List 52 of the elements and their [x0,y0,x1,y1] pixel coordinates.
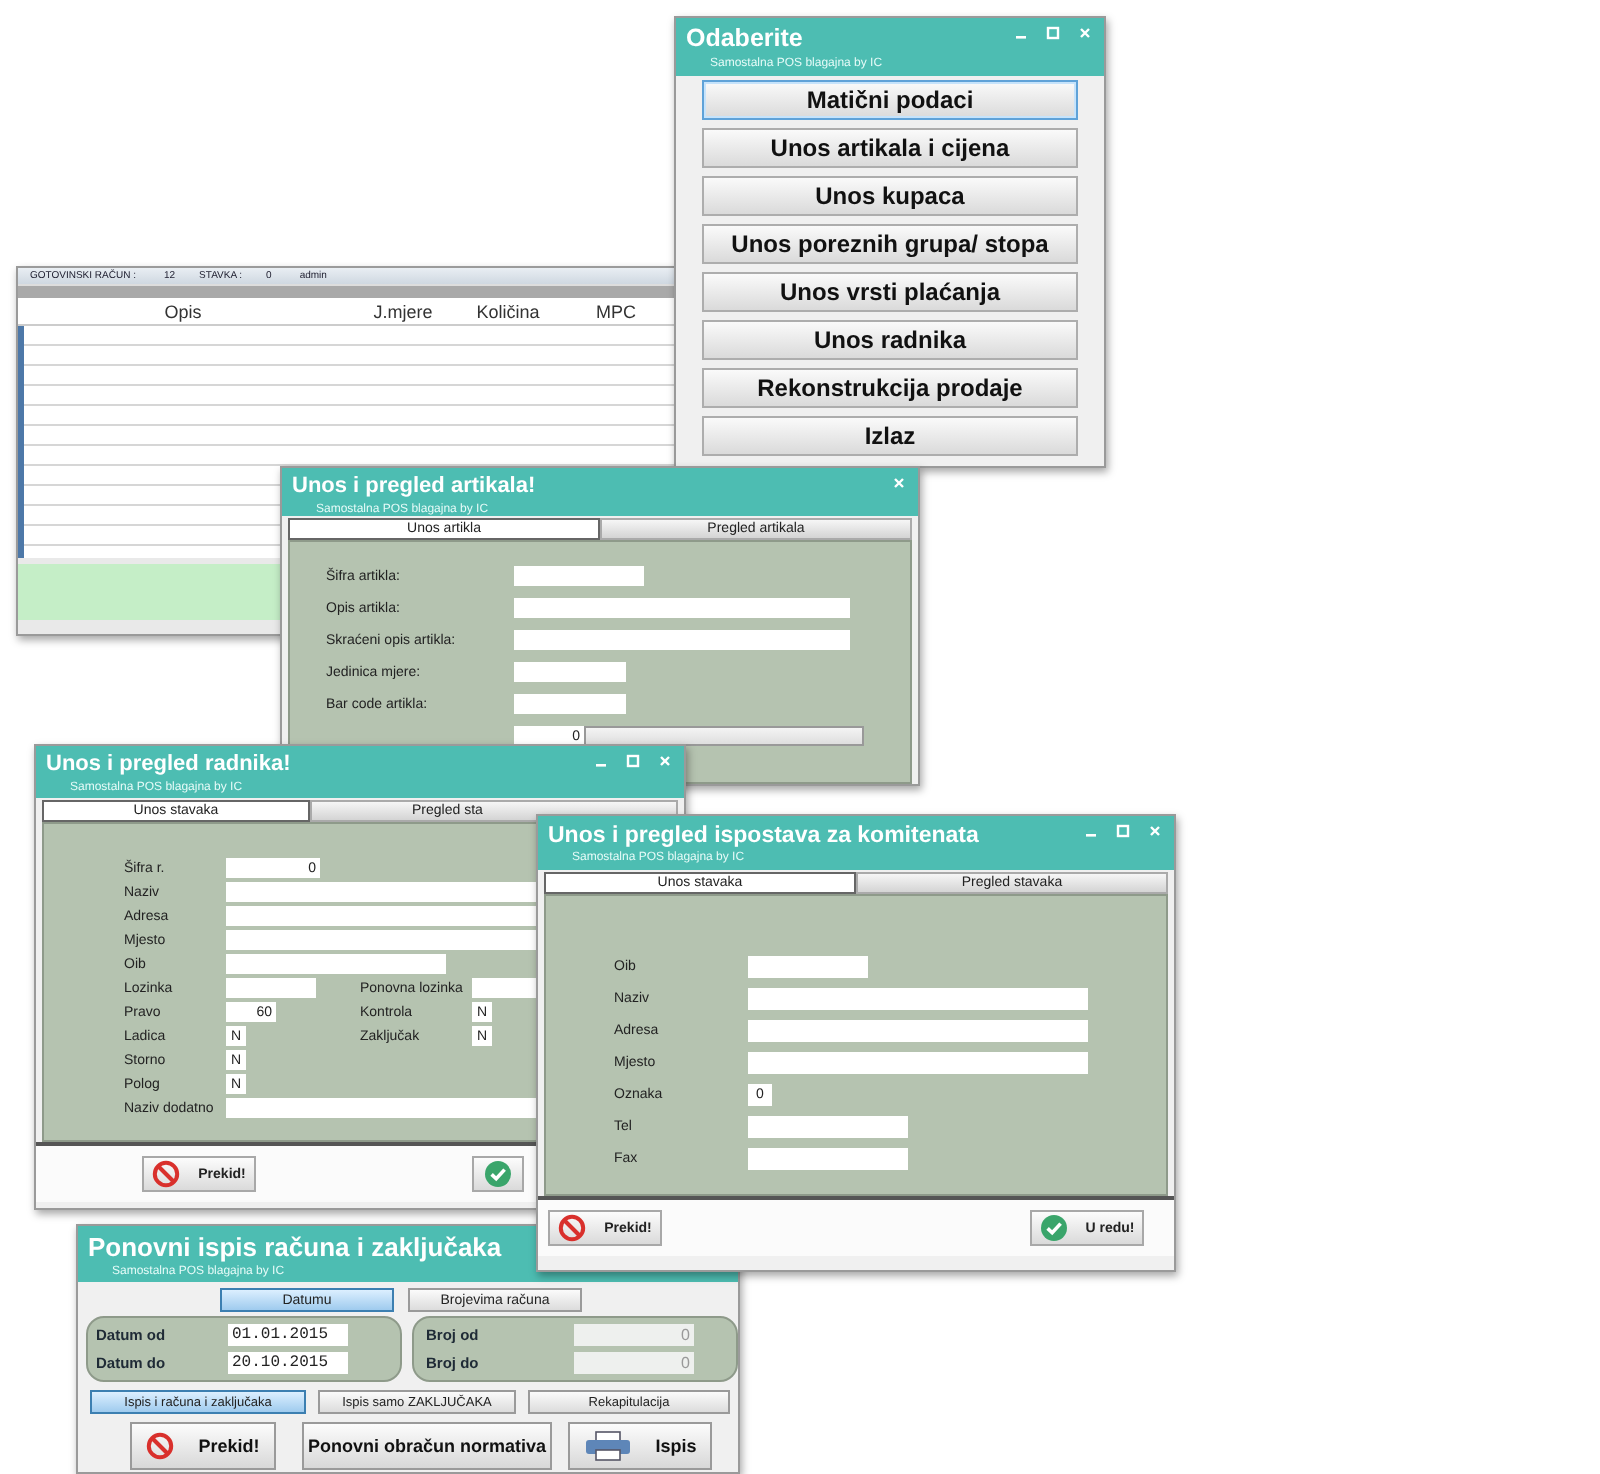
column-header: J.mjere [371,301,435,321]
input-field[interactable] [748,988,1088,1010]
menu-button[interactable]: Unos poreznih grupa/ stopa [702,224,1078,264]
check-icon [484,1160,512,1188]
check-icon [1039,1214,1068,1242]
window-title: Unos i pregled radnika! [46,752,291,780]
window-title: Ponovni ispis računa i zaključaka [88,1232,502,1265]
input-field[interactable] [514,598,850,618]
menu-button[interactable]: Izlaz [702,416,1078,456]
lookup-field[interactable] [584,726,864,746]
input-field: 0 [574,1352,694,1374]
maximize-icon[interactable] [1046,26,1060,40]
input-field[interactable] [748,1148,908,1170]
menu-button[interactable]: Unos artikala i cijena [702,128,1078,168]
menu-button[interactable]: Unos vrsti plaćanja [702,272,1078,312]
maximize-icon[interactable] [626,754,640,768]
window-title: Odaberite [686,24,803,56]
close-icon[interactable] [658,754,672,768]
column-header: Količina [474,301,542,321]
close-icon[interactable] [1148,824,1162,838]
window-title: Unos i pregled artikala! [292,474,536,502]
close-icon[interactable] [1078,26,1092,40]
menu-button[interactable]: Unos radnika [702,320,1078,360]
input-field[interactable] [514,630,850,650]
print-button[interactable]: Ispis [568,1422,712,1470]
input-field[interactable] [748,1020,1088,1042]
input-field[interactable] [514,566,644,586]
window-title: Unos i pregled ispostava za komitenata [548,822,979,851]
column-header: Opis [162,301,204,321]
input-field[interactable] [748,1116,908,1138]
menu-button[interactable]: Unos kupaca [702,176,1078,216]
input-field[interactable] [748,956,868,978]
input-field[interactable] [226,978,316,998]
cancel-button[interactable]: Prekid! [130,1422,276,1470]
input-field[interactable] [226,954,446,974]
no-entry-icon [146,1432,175,1460]
input-field[interactable]: 01.01.2015 [228,1324,348,1346]
column-header: MPC [594,301,638,321]
input-field: 0 [574,1324,694,1346]
input-field[interactable] [514,662,626,682]
no-entry-icon [558,1214,587,1242]
input-field[interactable]: 20.10.2015 [228,1352,348,1374]
input-field[interactable] [748,1052,1088,1074]
confirm-button[interactable] [472,1156,524,1192]
menu-button[interactable]: Rekonstrukcija prodaje [702,368,1078,408]
no-entry-icon [152,1160,181,1188]
input-field[interactable] [514,694,626,714]
recalculate-button[interactable]: Ponovni obračun normativa [302,1422,552,1470]
printer-icon [583,1430,632,1462]
maximize-icon[interactable] [1116,824,1130,838]
menu-button[interactable]: Matični podaci [702,80,1078,120]
close-icon[interactable] [892,476,906,490]
